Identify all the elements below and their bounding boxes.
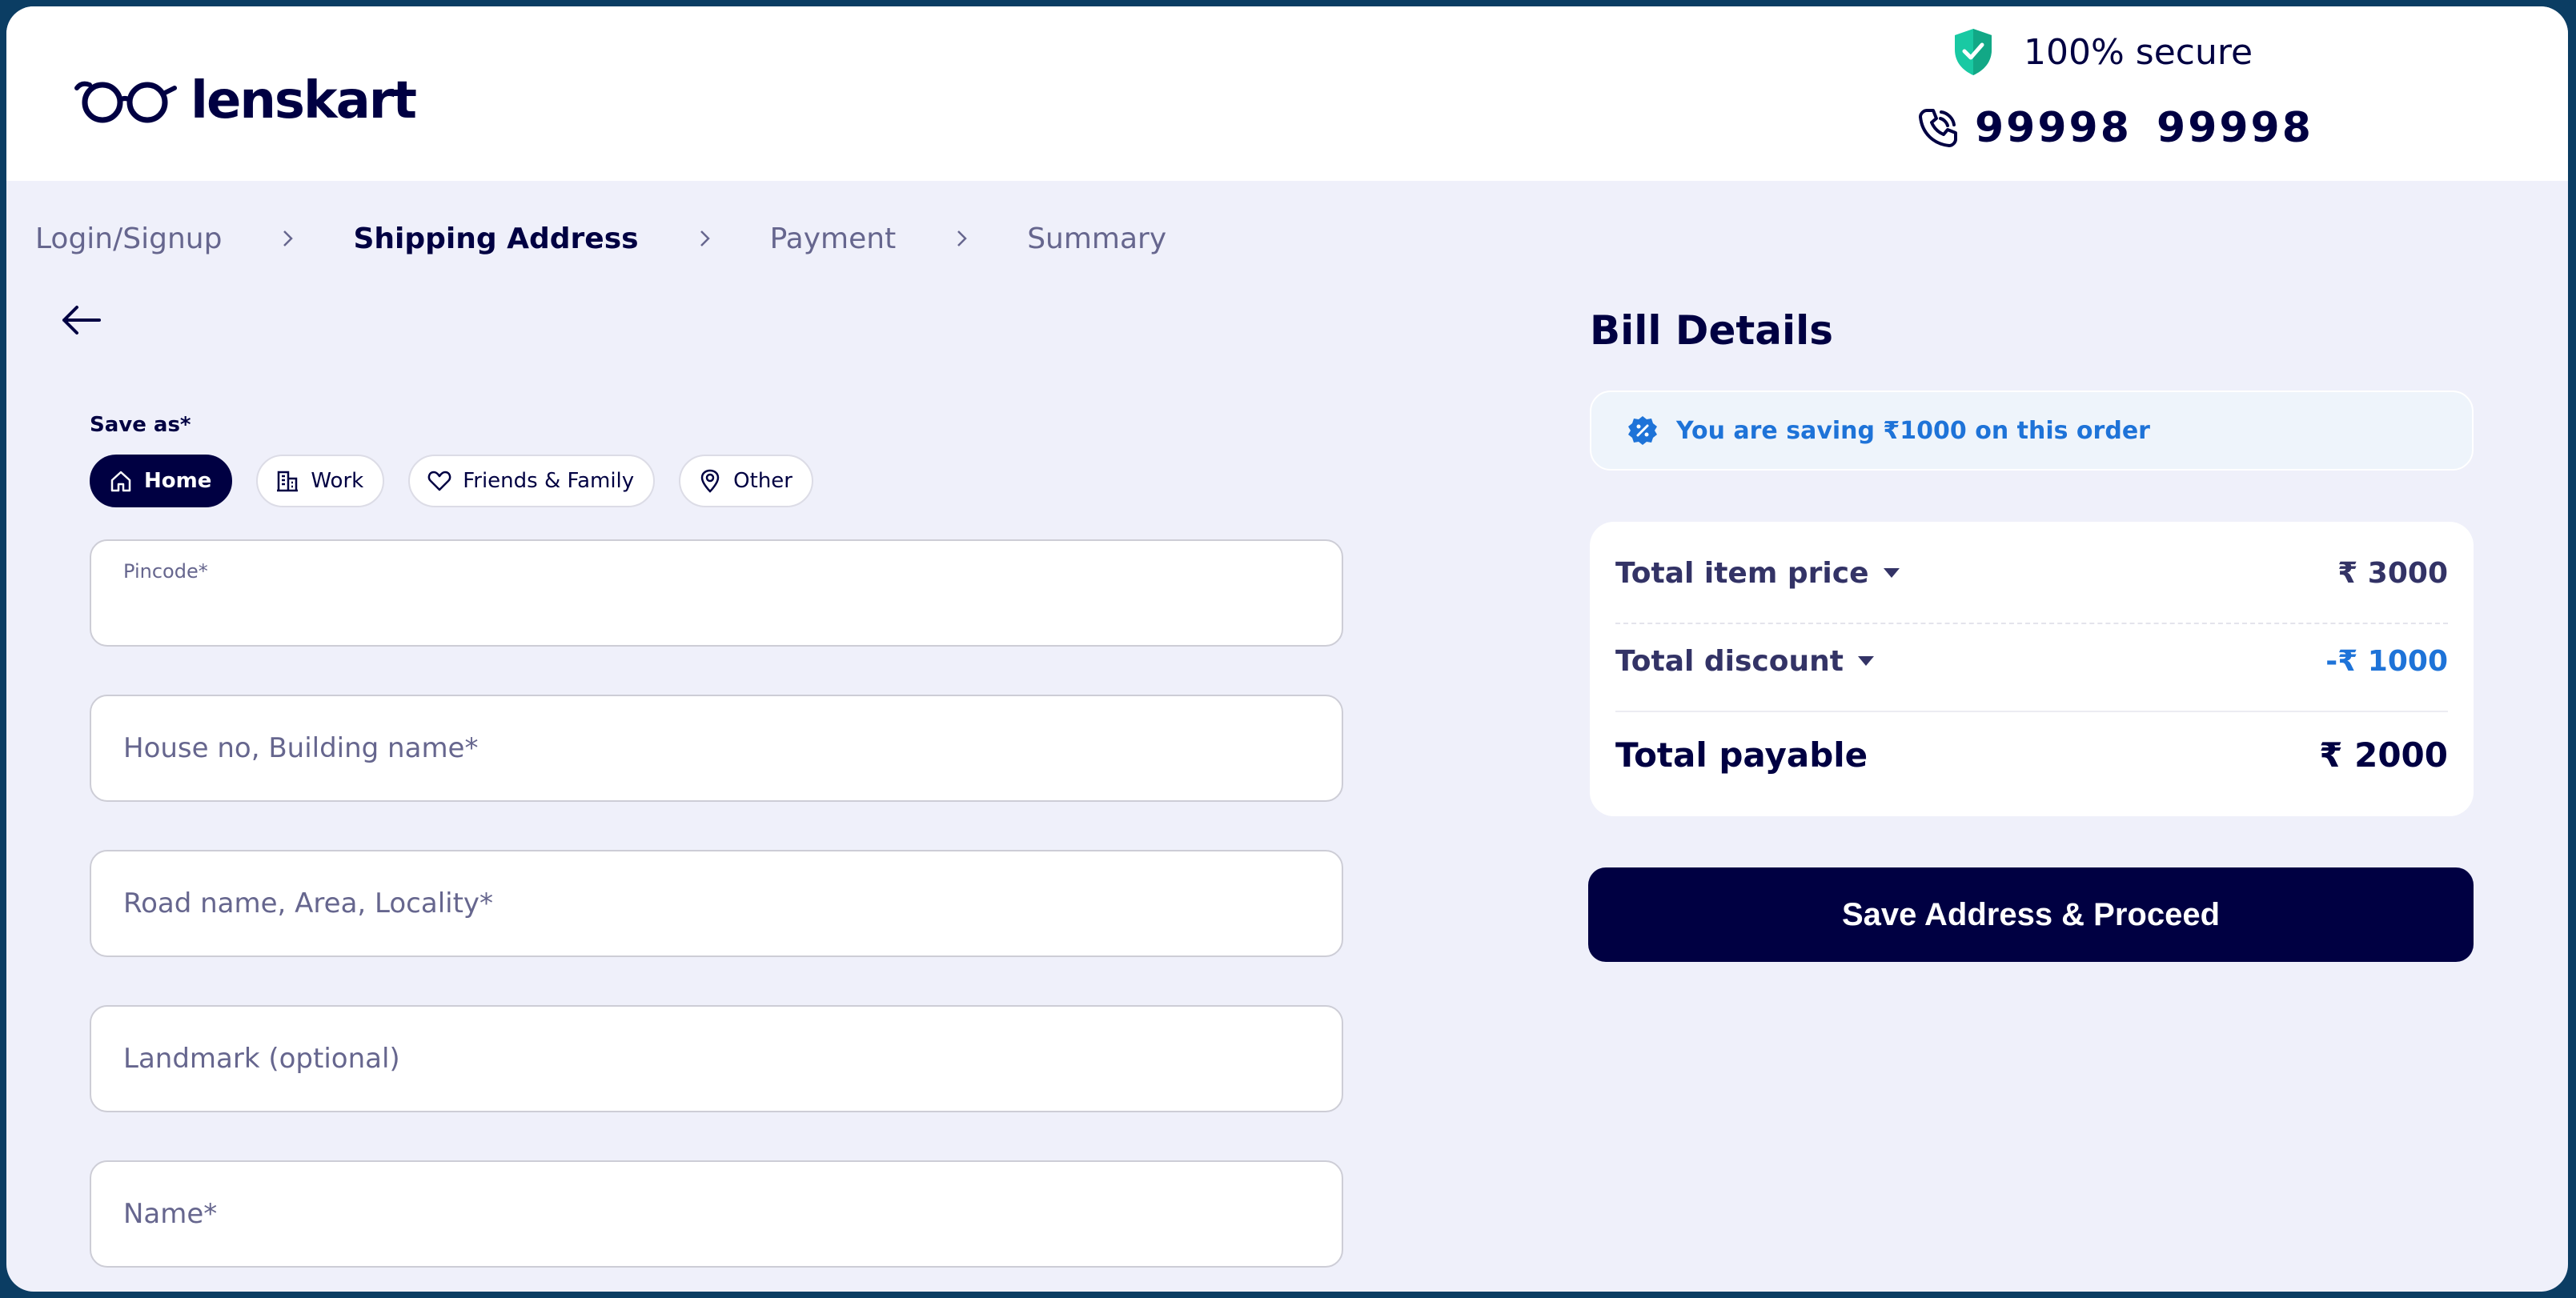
header: lenskart 100% secure 99998 99998 xyxy=(6,6,2568,181)
discount-value: -₹ 1000 xyxy=(2325,644,2448,678)
discount-badge-icon xyxy=(1628,416,1657,445)
phone-number: 99998 99998 xyxy=(1975,104,2313,152)
name-field xyxy=(90,1160,1343,1268)
item-price-label: Total item price xyxy=(1615,556,1869,590)
landmark-field xyxy=(90,1005,1343,1112)
pincode-field: Pincode* xyxy=(90,539,1343,647)
road-field xyxy=(90,850,1343,957)
total-payable-row: Total payable ₹ 2000 xyxy=(1615,727,2448,783)
total-payable-value: ₹ 2000 xyxy=(2319,735,2448,775)
item-price-toggle[interactable]: Total item price xyxy=(1615,557,1900,590)
building-icon xyxy=(277,471,299,492)
breadcrumb-payment[interactable]: Payment xyxy=(770,222,897,255)
chip-home-label: Home xyxy=(144,469,212,493)
house-building-input[interactable] xyxy=(91,696,1342,800)
brand-logo[interactable]: lenskart xyxy=(74,69,417,133)
brand-name: lenskart xyxy=(191,71,417,130)
caret-down-icon xyxy=(1857,656,1874,666)
name-input[interactable] xyxy=(91,1162,1342,1266)
discount-label: Total discount xyxy=(1615,644,1844,678)
address-type-chips: Home Work Friends & Family Other xyxy=(90,455,837,507)
shield-check-icon xyxy=(1955,29,1992,75)
breadcrumb-login-signup[interactable]: Login/Signup xyxy=(35,222,222,255)
save-address-proceed-button[interactable]: Save Address & Proceed xyxy=(1588,867,2474,962)
chip-home[interactable]: Home xyxy=(90,455,233,507)
savings-text: You are saving ₹1000 on this order xyxy=(1676,416,2150,445)
chip-friends-family-label: Friends & Family xyxy=(463,469,635,493)
phone-icon xyxy=(1919,109,1957,147)
back-button[interactable] xyxy=(58,296,106,344)
chevron-right-icon xyxy=(952,229,971,248)
bill-summary-card: Total item price ₹ 3000 Total discount -… xyxy=(1590,522,2474,816)
item-price-value: ₹ 3000 xyxy=(2337,556,2448,590)
chip-work[interactable]: Work xyxy=(256,455,385,507)
item-price-row: Total item price ₹ 3000 xyxy=(1615,549,2448,597)
secure-badge: 100% secure xyxy=(1952,24,2253,80)
arrow-left-icon xyxy=(62,306,101,335)
heart-icon xyxy=(427,471,451,491)
app-window: lenskart 100% secure 99998 99998 Login/S… xyxy=(6,6,2568,1292)
landmark-input[interactable] xyxy=(91,1007,1342,1111)
chevron-right-icon xyxy=(278,229,297,248)
chip-other-label: Other xyxy=(733,469,792,493)
secure-text: 100% secure xyxy=(2024,31,2253,73)
breadcrumb: Login/Signup Shipping Address Payment Su… xyxy=(35,214,1166,262)
support-phone[interactable]: 99998 99998 xyxy=(1916,96,2313,160)
divider xyxy=(1615,711,2448,712)
chip-work-label: Work xyxy=(311,469,364,493)
caret-down-icon xyxy=(1883,568,1900,578)
road-area-input[interactable] xyxy=(91,851,1342,955)
total-payable-label: Total payable xyxy=(1615,735,1868,775)
discount-row: Total discount -₹ 1000 xyxy=(1615,637,2448,685)
location-pin-icon xyxy=(700,469,720,493)
breadcrumb-shipping-address[interactable]: Shipping Address xyxy=(353,222,638,255)
discount-toggle[interactable]: Total discount xyxy=(1615,645,1874,678)
chip-other[interactable]: Other xyxy=(679,455,813,507)
chip-friends-family[interactable]: Friends & Family xyxy=(408,455,656,507)
house-field xyxy=(90,695,1343,802)
savings-banner: You are saving ₹1000 on this order xyxy=(1590,391,2474,471)
home-icon xyxy=(110,471,131,492)
save-as-label: Save as* xyxy=(90,413,191,437)
chevron-right-icon xyxy=(695,229,714,248)
divider xyxy=(1615,623,2448,624)
glasses-logo-icon xyxy=(74,81,177,123)
bill-details-title: Bill Details xyxy=(1590,307,1834,354)
breadcrumb-summary[interactable]: Summary xyxy=(1027,222,1166,255)
pincode-input[interactable] xyxy=(91,541,1342,645)
